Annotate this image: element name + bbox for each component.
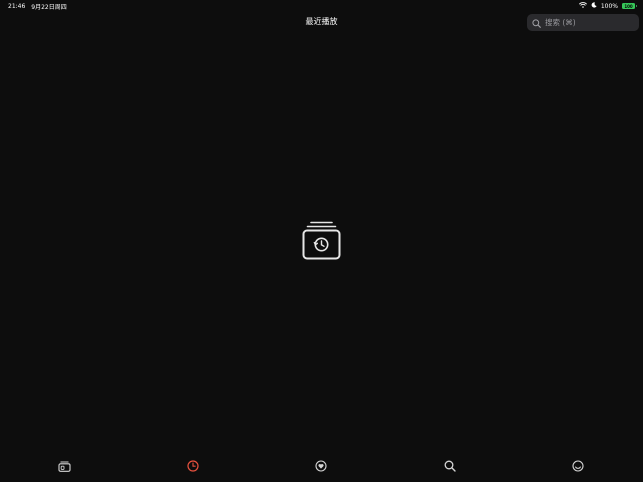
battery-percent: 100% [600,2,618,10]
status-right: 100% 100 [578,2,637,10]
profile-icon [572,457,584,476]
battery-level-label: 100 [624,3,633,9]
search-icon [532,13,541,32]
app-screen: 21:46 9月22日周四 100% 100 最近播放 [0,0,643,482]
battery-icon: 100 [622,3,637,9]
status-left: 21:46 9月22日周四 [8,2,67,11]
wifi-icon [578,2,587,10]
tab-favorites[interactable] [313,458,329,474]
recent-history-stack-icon [301,220,342,262]
search-input[interactable] [545,18,625,27]
tab-profile[interactable] [570,458,586,474]
tab-library[interactable] [56,458,72,474]
favorites-heart-icon [315,457,327,476]
search-icon [444,457,456,476]
tab-bar [0,442,643,482]
recent-clock-icon [187,457,199,476]
moon-icon [591,2,597,10]
tab-search[interactable] [442,458,458,474]
search-field[interactable] [527,14,639,31]
library-icon [57,457,71,476]
status-time: 21:46 [8,2,26,10]
status-date: 9月22日周四 [31,3,67,11]
tab-recent[interactable] [185,458,201,474]
status-bar: 21:46 9月22日周四 100% 100 [0,0,643,12]
